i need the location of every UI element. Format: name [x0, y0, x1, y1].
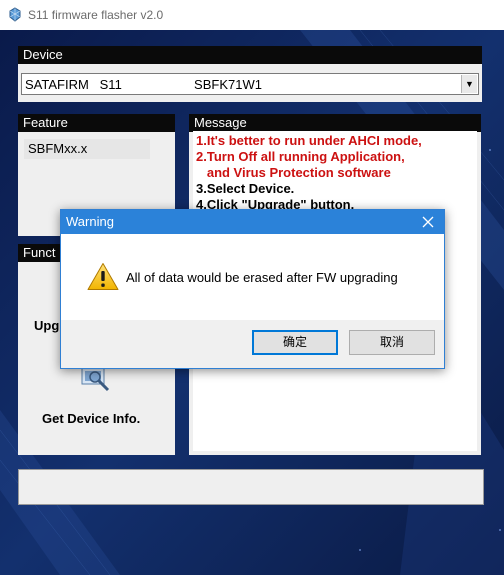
dialog-message: All of data would be erased after FW upg…	[126, 270, 398, 285]
message-line: 1.It's better to run under AHCI mode,	[196, 133, 422, 148]
message-line: 3.Select Device.	[196, 181, 295, 196]
chevron-down-icon[interactable]: ▼	[461, 75, 477, 93]
message-header: Message	[189, 114, 481, 132]
device-info-icon[interactable]	[78, 366, 112, 392]
device-select-value: SATAFIRM S11 SBFK71W1	[25, 77, 262, 92]
feature-header: Feature	[18, 114, 175, 132]
message-line: 2.Turn Off all running Application,	[196, 149, 405, 164]
device-header-label: Device	[23, 47, 63, 62]
dialog-title: Warning	[66, 214, 114, 229]
title-bar[interactable]: S11 firmware flasher v2.0	[0, 0, 504, 30]
feature-header-label: Feature	[23, 115, 68, 130]
function-header-label: Funct	[23, 245, 56, 260]
dialog-title-bar[interactable]: Warning	[61, 210, 444, 234]
dialog-footer: 确定 取消	[61, 320, 444, 368]
cancel-button[interactable]: 取消	[349, 330, 435, 355]
app-window: S11 firmware flasher v2.0 Device SATAFIR…	[0, 0, 504, 575]
device-select[interactable]: SATAFIRM S11 SBFK71W1 ▼	[21, 73, 479, 95]
close-icon[interactable]	[412, 210, 444, 234]
feature-list-item[interactable]: SBFMxx.x	[24, 139, 150, 159]
device-header: Device	[18, 46, 482, 64]
warning-icon	[87, 263, 119, 290]
app-icon	[9, 7, 21, 22]
ok-button[interactable]: 确定	[252, 330, 338, 355]
upgrade-button[interactable]: Upg	[34, 318, 59, 333]
window-title: S11 firmware flasher v2.0	[28, 8, 164, 22]
dialog-content: All of data would be erased after FW upg…	[61, 234, 444, 320]
message-line: and Virus Protection software	[196, 165, 391, 180]
status-bar	[18, 469, 484, 505]
get-device-info-button[interactable]: Get Device Info.	[42, 411, 140, 426]
warning-dialog: Warning All of data would be erased afte…	[60, 209, 445, 369]
message-header-label: Message	[194, 115, 247, 130]
